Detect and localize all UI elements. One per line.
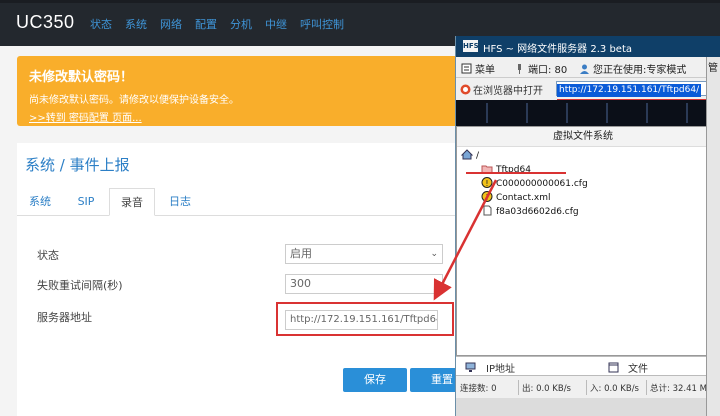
status-in-speed: 入: 0.0 KB/s (590, 384, 639, 394)
svg-text:!: ! (485, 179, 488, 188)
home-icon (461, 149, 473, 160)
status-label: 状态 (37, 249, 59, 262)
svg-text:!: ! (485, 193, 488, 202)
nav-item-call-control[interactable]: 呼叫控制 (300, 16, 344, 32)
warning-file-icon: ! (481, 177, 493, 188)
hfs-titlebar[interactable]: HFS HFS ~ 网络文件服务器 2.3 beta (456, 36, 720, 57)
tab-recording[interactable]: 录音 (109, 188, 155, 216)
retry-interval-label: 失败重试间隔(秒) (37, 279, 123, 292)
tab-bar: 系统 SIP 录音 日志 (17, 188, 477, 216)
nav-item-status[interactable]: 状态 (90, 16, 112, 32)
hfs-graph-band (456, 100, 720, 126)
open-in-browser-label: 在浏览器中打开 (473, 86, 543, 97)
status-select-value: 启用 (290, 247, 312, 260)
hfs-bottom-area (456, 398, 720, 416)
hfs-url-value: http://172.19.151.161/Tftpd64/ (557, 84, 702, 97)
hfs-url-field[interactable]: http://172.19.151.161/Tftpd64/ (556, 81, 720, 97)
folder-underline-annotation (466, 172, 566, 174)
tree-root[interactable]: / (461, 149, 479, 161)
warning-title: 未修改默认密码！ (29, 70, 134, 85)
server-address-input[interactable]: http://172.19.151.161/Tftpd64/ (285, 310, 438, 330)
status-out-speed: 出: 0.0 KB/s (522, 384, 571, 394)
tab-system[interactable]: 系统 (17, 188, 63, 216)
nav-item-config[interactable]: 配置 (195, 16, 217, 32)
status-total: 总计: 32.41 M (650, 384, 707, 394)
password-config-link[interactable]: >>转到 密码配置 页面... (29, 109, 457, 124)
status-connections: 连接数: 0 (460, 384, 497, 394)
retry-interval-input[interactable]: 300 (285, 274, 443, 294)
connections-list-header: IP地址 文件 (456, 356, 720, 376)
hfs-mode-button[interactable]: 您正在使用:专家模式 (579, 61, 686, 76)
plug-icon (518, 64, 521, 74)
tree-file-label: C000000000061.cfg (496, 179, 588, 189)
virtual-file-system-panel: 虚拟文件系统 / Tftpd64 ! C000000000061.cfg ! Con… (456, 126, 710, 356)
nav-item-network[interactable]: 网络 (160, 16, 182, 32)
brand-logo: UC350 (16, 12, 75, 32)
nav-item-trunk[interactable]: 中继 (265, 16, 287, 32)
edge-menu-label[interactable]: 管 (708, 59, 718, 74)
tab-log[interactable]: 日志 (155, 188, 205, 216)
file-icon (483, 205, 492, 216)
hfs-mode-label: 您正在使用:专家模式 (593, 65, 687, 76)
user-icon (580, 64, 589, 74)
tree-file-mac-cfg[interactable]: f8a03d6602d6.cfg (481, 205, 579, 217)
tree-file-label: f8a03d6602d6.cfg (496, 207, 579, 217)
main-nav: 状态 系统 网络 配置 分机 中继 呼叫控制 (90, 16, 344, 32)
server-address-highlight: http://172.19.151.161/Tftpd64/ (276, 302, 454, 336)
warning-description: 尚未修改默认密码。请修改以便保护设备安全。 (29, 95, 239, 106)
tree-root-label: / (476, 151, 480, 161)
retry-interval-value: 300 (290, 277, 311, 290)
server-address-label: 服务器地址 (37, 311, 92, 324)
tree-file-cfg[interactable]: ! C000000000061.cfg (481, 177, 588, 189)
menu-icon (461, 63, 472, 74)
chevron-down-icon: ⌄ (430, 249, 438, 259)
edge-window: 管 (706, 36, 720, 416)
event-report-panel: 系统 / 事件上报 系统 SIP 录音 日志 状态 启用 ⌄ 失败重试间隔(秒)… (17, 143, 477, 416)
hfs-url-bar: 在浏览器中打开 http://172.19.151.161/Tftpd64/ (456, 79, 720, 99)
hfs-menu-button[interactable]: 菜单 (461, 61, 495, 76)
tree-file-label: Contact.xml (496, 193, 551, 203)
status-select[interactable]: 启用 ⌄ (285, 244, 443, 264)
save-button[interactable]: 保存 (343, 368, 407, 392)
tab-sip[interactable]: SIP (63, 188, 109, 216)
nav-item-system[interactable]: 系统 (125, 16, 147, 32)
vfs-header: 虚拟文件系统 (457, 127, 709, 147)
browser-icon (460, 84, 471, 95)
hfs-status-bar: 连接数: 0 出: 0.0 KB/s 入: 0.0 KB/s 总计: 32.41… (456, 378, 720, 398)
network-icon (465, 362, 476, 372)
nav-item-extension[interactable]: 分机 (230, 16, 252, 32)
hfs-window: HFS HFS ~ 网络文件服务器 2.3 beta 菜单 端口: 80 您正在… (455, 36, 720, 416)
hfs-menu-label: 菜单 (475, 65, 495, 76)
hfs-title: HFS ~ 网络文件服务器 2.3 beta (483, 44, 632, 55)
window-icon (608, 362, 619, 373)
browser-strip (0, 0, 720, 3)
open-in-browser-button[interactable]: 在浏览器中打开 (460, 82, 543, 97)
default-password-warning: 未修改默认密码！ 尚未修改默认密码。请修改以便保护设备安全。 >>转到 密码配置… (17, 56, 469, 126)
hfs-logo-icon: HFS (463, 40, 479, 52)
page-title: 系统 / 事件上报 (25, 156, 130, 174)
hfs-menubar: 菜单 端口: 80 您正在使用:专家模式 (456, 58, 720, 78)
tree-file-contact[interactable]: ! Contact.xml (481, 191, 550, 203)
ip-column-header[interactable]: IP地址 (486, 360, 515, 375)
hfs-port-button[interactable]: 端口: 80 (514, 61, 567, 76)
warning-file-icon: ! (481, 191, 493, 202)
file-column-header[interactable]: 文件 (628, 360, 648, 375)
hfs-port-label: 端口: 80 (528, 65, 568, 76)
